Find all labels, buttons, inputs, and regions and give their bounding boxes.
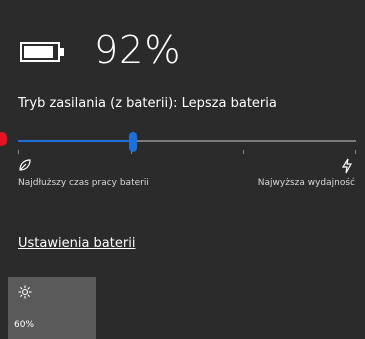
slider-tick — [355, 150, 356, 154]
slider-thumb[interactable] — [128, 132, 137, 152]
slider-fill — [18, 140, 133, 142]
battery-status-row: 92% — [20, 25, 181, 75]
power-mode-label: Tryb zasilania (z baterii): Lepsza bater… — [18, 96, 277, 111]
battery-settings-link[interactable]: Ustawienia baterii — [18, 236, 135, 251]
leaf-icon — [19, 159, 31, 171]
lightning-bolt-icon — [341, 158, 353, 174]
battery-percentage: 92% — [94, 28, 182, 72]
brightness-tile[interactable]: 60% — [8, 277, 96, 339]
slider-left-label: Najdłuższy czas pracy baterii — [18, 178, 149, 188]
brightness-sun-icon — [18, 285, 32, 299]
red-indicator-dot — [0, 132, 7, 146]
battery-flyout: 92% Tryb zasilania (z baterii): Lepsza b… — [0, 0, 365, 339]
slider-tick — [243, 150, 245, 154]
slider-right-label: Najwyższa wydajność — [257, 178, 355, 188]
slider-tick — [18, 150, 19, 154]
battery-icon — [20, 33, 70, 67]
power-mode-slider[interactable] — [18, 132, 356, 154]
brightness-value: 60% — [14, 320, 35, 330]
